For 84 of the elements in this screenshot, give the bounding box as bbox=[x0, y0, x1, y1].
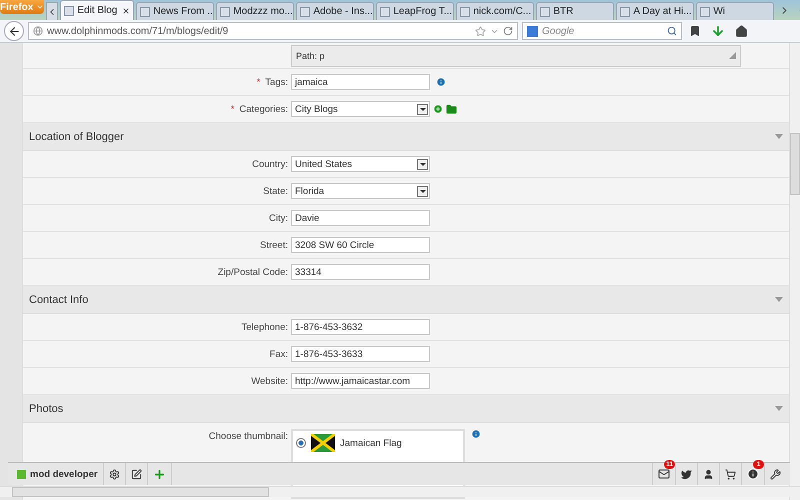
bookmark-icon bbox=[689, 25, 701, 37]
section-header[interactable]: Photos bbox=[23, 395, 789, 423]
browser-tab[interactable]: Edit Blog bbox=[60, 0, 134, 20]
site-icon bbox=[300, 6, 310, 16]
caret-icon bbox=[36, 3, 44, 11]
add-icon[interactable] bbox=[433, 104, 443, 114]
reload-icon[interactable] bbox=[503, 26, 513, 36]
field-label: Choose thumbnail: bbox=[208, 431, 288, 442]
field-label: Telephone: bbox=[242, 322, 288, 332]
back-button[interactable] bbox=[4, 21, 24, 41]
section-header[interactable]: Location of Blogger bbox=[23, 123, 789, 151]
browser-tab[interactable]: nick.com/C... bbox=[456, 2, 534, 20]
developer-menu-button[interactable]: mod developer bbox=[12, 463, 104, 485]
browser-tab[interactable]: BTR bbox=[536, 2, 614, 20]
field-label: Country: bbox=[252, 158, 288, 170]
input-field[interactable]: Davie bbox=[291, 210, 430, 226]
dropdown[interactable]: United States bbox=[291, 156, 430, 172]
input-field[interactable]: http://www.jamaicastar.com bbox=[291, 373, 430, 389]
search-icon[interactable] bbox=[667, 26, 677, 36]
info-icon[interactable] bbox=[436, 77, 446, 87]
field-label: State: bbox=[263, 186, 288, 196]
gear-icon bbox=[108, 468, 120, 480]
envelope-icon bbox=[658, 468, 670, 480]
input-field[interactable]: 33314 bbox=[291, 264, 430, 280]
site-icon bbox=[540, 6, 550, 16]
address-bar[interactable]: www.dolphinmods.com/71/m/blogs/edit/9 bbox=[28, 22, 518, 40]
site-icon bbox=[620, 6, 630, 16]
browser-tab[interactable]: LeapFrog T... bbox=[376, 2, 454, 20]
folder-icon[interactable] bbox=[446, 104, 457, 114]
browser-tab[interactable]: Adobe - Ins... bbox=[296, 2, 374, 20]
dropdown[interactable]: Florida bbox=[291, 183, 430, 199]
home-icon bbox=[735, 24, 748, 38]
required-mark: * bbox=[256, 76, 260, 88]
field-label: Website: bbox=[251, 376, 288, 386]
input-field[interactable]: jamaica bbox=[291, 74, 430, 90]
field-label: Fax: bbox=[270, 348, 288, 360]
field-label: Tags: bbox=[265, 76, 288, 88]
input-field[interactable]: 3208 SW 60 Circle bbox=[291, 237, 430, 253]
url-text: www.dolphinmods.com/71/m/blogs/edit/9 bbox=[47, 26, 230, 36]
site-icon bbox=[220, 6, 230, 16]
close-icon[interactable] bbox=[122, 6, 130, 14]
back-arrow-icon bbox=[8, 24, 20, 38]
input-field[interactable]: 1-876-453-3632 bbox=[291, 319, 430, 335]
horizontal-scrollbar[interactable] bbox=[0, 486, 800, 497]
input-field[interactable]: 1-876-453-3633 bbox=[291, 346, 430, 362]
scroll-tabs-left-button[interactable] bbox=[46, 2, 58, 20]
vertical-scrollbar[interactable] bbox=[789, 43, 800, 500]
search-bar[interactable]: Google bbox=[522, 22, 682, 40]
site-icon bbox=[64, 6, 74, 16]
browser-tab[interactable]: News From ... bbox=[136, 2, 214, 20]
browser-tab[interactable]: Modzzz mo... bbox=[216, 2, 294, 20]
bookmark-star-icon[interactable] bbox=[475, 26, 486, 36]
wrench-icon bbox=[770, 468, 781, 480]
field-label: Categories: bbox=[239, 104, 288, 114]
path-text: Path: p bbox=[296, 50, 325, 60]
dropdown[interactable]: City Blogs bbox=[291, 101, 430, 117]
cart-icon bbox=[725, 468, 736, 480]
section-title: Photos bbox=[29, 402, 64, 414]
site-icon bbox=[140, 6, 150, 16]
site-icon bbox=[700, 6, 710, 16]
field-label: City: bbox=[269, 212, 288, 224]
status-square-icon bbox=[17, 470, 26, 478]
plus-icon bbox=[152, 468, 166, 480]
site-icon bbox=[380, 6, 390, 16]
info-icon bbox=[747, 468, 759, 480]
section-header[interactable]: Contact Info bbox=[23, 286, 789, 314]
user-icon bbox=[703, 468, 714, 480]
section-title: Location of Blogger bbox=[29, 130, 124, 142]
site-icon bbox=[460, 6, 470, 16]
resize-handle-icon bbox=[729, 52, 736, 59]
section-title: Contact Info bbox=[29, 294, 88, 306]
edit-icon bbox=[130, 468, 142, 480]
field-label: Street: bbox=[260, 240, 288, 250]
flag-icon bbox=[311, 434, 335, 452]
browser-tab[interactable]: A Day at Hi... bbox=[616, 2, 694, 20]
required-mark: * bbox=[230, 104, 234, 114]
option-label: Jamaican Flag bbox=[340, 438, 402, 448]
browser-tab[interactable]: Wi bbox=[696, 2, 774, 20]
bird-icon bbox=[681, 468, 692, 480]
field-label: Zip/Postal Code: bbox=[218, 266, 288, 278]
info-icon[interactable] bbox=[471, 429, 481, 439]
globe-icon bbox=[33, 26, 43, 36]
search-engine-icon bbox=[527, 26, 538, 36]
radio-button[interactable] bbox=[296, 438, 306, 448]
